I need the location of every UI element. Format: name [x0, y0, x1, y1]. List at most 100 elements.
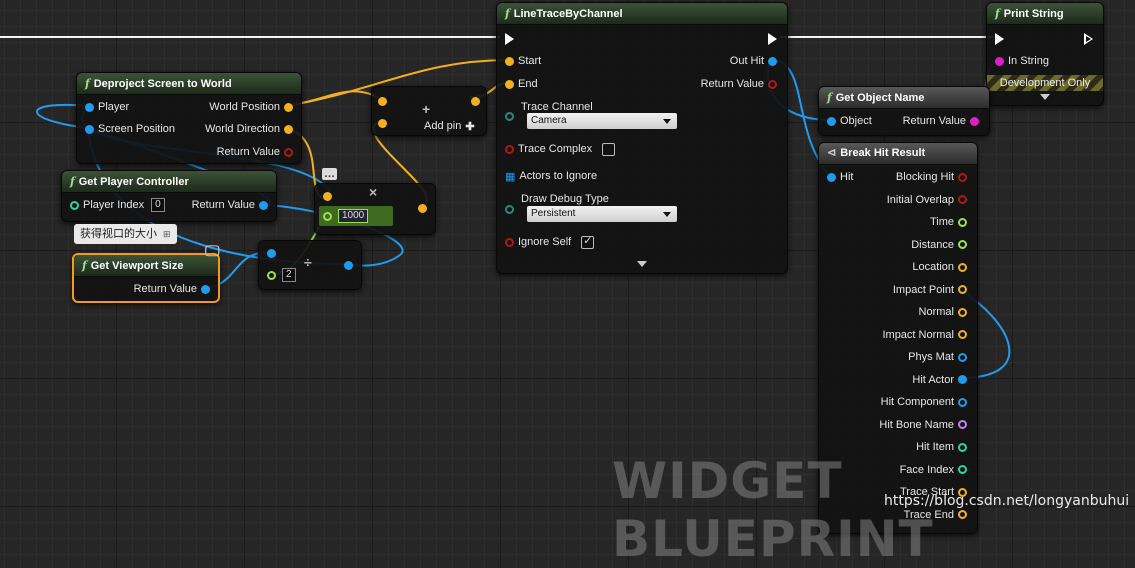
exec-pin-icon[interactable]: [995, 33, 1004, 45]
pin-a[interactable]: [323, 189, 332, 203]
enum-pin-icon[interactable]: [505, 111, 514, 121]
pin-output[interactable]: Initial Overlap: [883, 193, 967, 207]
struct-pin-icon[interactable]: [768, 56, 777, 66]
vector2d-pin-icon[interactable]: [201, 284, 210, 294]
output-pin-icon[interactable]: [958, 240, 967, 249]
pin-actors-to-ignore[interactable]: ▦ Actors to Ignore: [505, 169, 601, 183]
pin-output[interactable]: Normal: [915, 305, 967, 319]
float-pin-icon[interactable]: [323, 211, 332, 221]
pin-world-direction[interactable]: World Direction: [201, 122, 293, 136]
pin-return-value[interactable]: Return Value: [130, 282, 210, 296]
output-pin-icon[interactable]: [958, 217, 967, 227]
float-pin-icon[interactable]: [267, 270, 276, 280]
pin-trace-channel[interactable]: [505, 109, 514, 123]
pin-draw-debug-type[interactable]: [505, 202, 514, 216]
vector-pin-icon[interactable]: [505, 56, 514, 66]
output-pin-icon[interactable]: [958, 307, 967, 317]
array-pin-icon[interactable]: ▦: [505, 170, 515, 183]
vector-pin-icon[interactable]: [284, 124, 293, 134]
pin-world-position[interactable]: World Position: [205, 100, 293, 114]
ignore-self-checkbox[interactable]: [581, 234, 595, 249]
string-pin-icon[interactable]: [970, 116, 979, 126]
pin-player-index[interactable]: Player Index 0: [70, 198, 165, 212]
trace-complex-checkbox[interactable]: [602, 142, 616, 156]
string-pin-icon[interactable]: [995, 56, 1004, 66]
vector2d-pin-icon[interactable]: [85, 124, 94, 134]
vector-pin-icon[interactable]: [418, 203, 427, 213]
pin-output[interactable]: Impact Point: [889, 283, 967, 297]
multiply-node[interactable]: × 1000: [314, 183, 436, 235]
pin-return-value[interactable]: Return Value: [213, 145, 293, 159]
output-pin-icon[interactable]: [958, 397, 967, 407]
vector-pin-icon[interactable]: [323, 191, 332, 201]
output-pin-icon[interactable]: [958, 420, 967, 429]
struct-pin-icon[interactable]: [827, 172, 836, 182]
pin-output[interactable]: Hit Bone Name: [875, 418, 967, 432]
vector-pin-icon[interactable]: [378, 96, 387, 106]
get-object-name-node[interactable]: f Get Object Name Object Return Value: [818, 86, 990, 136]
exec-out-pin[interactable]: [1084, 32, 1093, 46]
add-node[interactable]: + Add pin ✚: [371, 86, 487, 136]
bool-pin-icon[interactable]: [505, 237, 514, 247]
exec-pin-icon[interactable]: [1084, 33, 1093, 45]
output-pin-icon[interactable]: [958, 285, 967, 294]
pin-output[interactable]: Impact Normal: [878, 328, 967, 342]
pin-return-value[interactable]: Return Value: [188, 198, 268, 212]
pin-in-string[interactable]: In String: [995, 54, 1053, 68]
vector-pin-icon[interactable]: [471, 96, 480, 106]
pin-end[interactable]: End: [505, 77, 542, 91]
expand-arrow-icon[interactable]: [1040, 94, 1050, 100]
pin-output[interactable]: Blocking Hit: [892, 170, 967, 184]
output-pin-icon[interactable]: [958, 172, 967, 182]
output-pin-icon[interactable]: [958, 195, 967, 204]
pin-output[interactable]: Distance: [907, 238, 967, 252]
pin-out-hit[interactable]: Out Hit: [726, 54, 777, 68]
pin-object[interactable]: Object: [827, 114, 876, 128]
int-pin-icon[interactable]: [70, 200, 79, 210]
pin-return-value[interactable]: Return Value: [899, 114, 979, 128]
pin-return[interactable]: [418, 201, 427, 215]
divisor-input[interactable]: 2: [282, 268, 296, 282]
output-pin-icon[interactable]: [958, 330, 967, 339]
pin-output[interactable]: Phys Mat: [904, 350, 967, 364]
pin-screen-position[interactable]: Screen Position: [85, 122, 179, 136]
get-viewport-size-node[interactable]: f Get Viewport Size Return Value: [72, 253, 220, 303]
pin-output[interactable]: Hit Actor: [908, 373, 967, 387]
node-header[interactable]: f Deproject Screen to World: [77, 73, 301, 95]
node-header[interactable]: f LineTraceByChannel: [497, 3, 787, 25]
node-header[interactable]: f Print String: [987, 3, 1103, 25]
add-pin-button[interactable]: Add pin ✚: [424, 119, 475, 133]
output-pin-icon[interactable]: [958, 262, 967, 272]
get-player-controller-node[interactable]: f Get Player Controller Player Index 0 Ret…: [61, 170, 277, 222]
pin-ignore-self[interactable]: Ignore Self: [505, 234, 595, 249]
exec-out-pin[interactable]: [768, 32, 777, 46]
print-string-node[interactable]: f Print String In String Development Only: [986, 2, 1104, 106]
divide-node[interactable]: 2 ÷: [258, 240, 362, 290]
object-pin-icon[interactable]: [259, 200, 268, 210]
node-header[interactable]: f Get Player Controller: [62, 171, 276, 193]
line-trace-by-channel-node[interactable]: f LineTraceByChannel Start End Out Hit Re…: [496, 2, 788, 274]
node-header[interactable]: ⊲ Break Hit Result: [819, 143, 977, 165]
comment-bubble[interactable]: 获得视口的大小 ⊞: [74, 224, 177, 244]
pin-b[interactable]: 2: [267, 268, 296, 282]
vector-pin-icon[interactable]: [505, 79, 514, 89]
output-pin-icon[interactable]: [958, 375, 967, 384]
pin-start[interactable]: Start: [505, 54, 545, 68]
pin-a[interactable]: [378, 94, 387, 108]
multiplier-input[interactable]: 1000: [338, 209, 369, 223]
pin-b[interactable]: 1000: [323, 209, 369, 223]
bool-pin-icon[interactable]: [505, 144, 514, 154]
vector-pin-icon[interactable]: [378, 118, 387, 128]
draw-debug-dropdown[interactable]: Persistent: [527, 206, 677, 222]
vector2d-pin-icon[interactable]: [267, 248, 276, 258]
pin-output[interactable]: Time: [926, 215, 967, 229]
pin-hit[interactable]: Hit: [827, 170, 857, 184]
pin-trace-complex[interactable]: Trace Complex: [505, 142, 616, 156]
player-index-input[interactable]: 0: [151, 198, 165, 212]
node-header[interactable]: f Get Object Name: [819, 87, 989, 109]
comment-icon[interactable]: …: [322, 168, 337, 180]
exec-pin-icon[interactable]: [768, 33, 777, 45]
deproject-screen-to-world-node[interactable]: f Deproject Screen to World Player Screen…: [76, 72, 302, 164]
output-pin-icon[interactable]: [958, 442, 967, 452]
exec-pin-icon[interactable]: [505, 33, 514, 45]
